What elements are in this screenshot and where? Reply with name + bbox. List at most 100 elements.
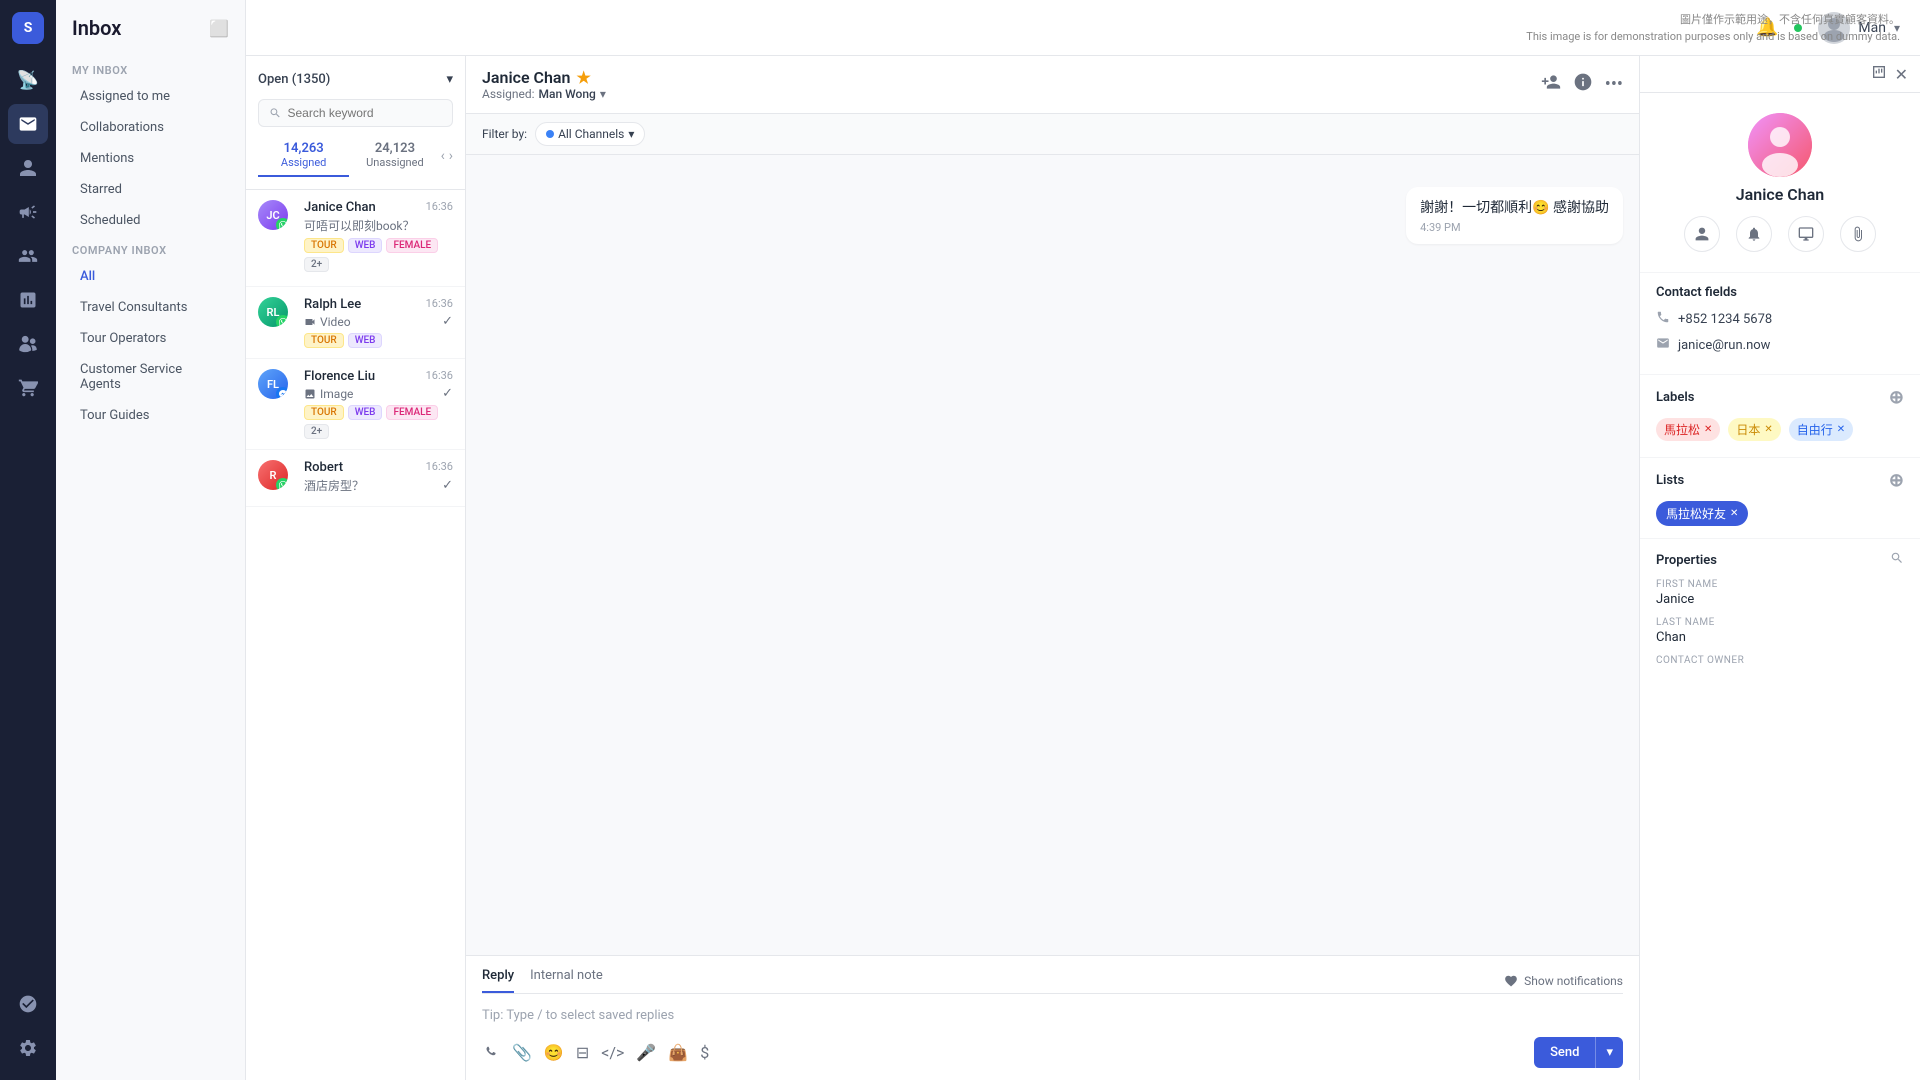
- reply-toolbar: 📎 😊 ⊟ </> 🎤 👜 $ Send ▾: [482, 1037, 1623, 1068]
- info-icon[interactable]: [1573, 72, 1593, 97]
- conv-tags: TOUR WEB FEMALE 2+: [304, 238, 453, 272]
- send-button[interactable]: Send ▾: [1534, 1037, 1623, 1068]
- team-nav-icon[interactable]: [8, 236, 48, 276]
- code-btn[interactable]: </>: [601, 1043, 624, 1062]
- show-notifications-button[interactable]: Show notifications: [1504, 968, 1623, 993]
- my-inbox-label: MY INBOX: [56, 56, 245, 81]
- contact-attachment-icon[interactable]: [1840, 216, 1876, 252]
- conversation-list: JC Janice Chan 16:36: [246, 190, 465, 1080]
- message-text: 謝謝！一切都順利😊 感謝協助: [1420, 197, 1609, 217]
- broadcast-nav-icon[interactable]: 📡: [8, 60, 48, 100]
- assigned-tab[interactable]: 14,263 Assigned: [258, 135, 349, 177]
- sidebar-item-tour-operators[interactable]: Tour Operators: [64, 323, 237, 354]
- add-label-icon[interactable]: ⊕: [1889, 387, 1904, 408]
- chat-filter-bar: Filter by: All Channels ▾: [466, 114, 1639, 155]
- search-properties-icon[interactable]: [1890, 551, 1904, 569]
- unassigned-tab[interactable]: 24,123 Unassigned: [349, 135, 440, 177]
- sidebar-item-all[interactable]: All: [64, 261, 237, 292]
- settings-nav-icon[interactable]: [8, 1028, 48, 1068]
- template-btn[interactable]: ⊟: [576, 1043, 589, 1062]
- emoji-whatsapp-btn[interactable]: [482, 1042, 500, 1064]
- send-dropdown-arrow[interactable]: ▾: [1596, 1037, 1623, 1068]
- emoji-btn[interactable]: 😊: [544, 1043, 564, 1062]
- label-tag[interactable]: 馬拉松 ✕: [1656, 418, 1720, 441]
- contacts-nav-icon[interactable]: [8, 148, 48, 188]
- dollar-btn[interactable]: $: [700, 1043, 709, 1062]
- compose-icon[interactable]: ⬜: [209, 19, 229, 38]
- panels: Open (1350) ▾ 14,263 Assigned: [246, 56, 1920, 1080]
- channel-dot: [546, 130, 554, 138]
- sidebar-item-starred[interactable]: Starred: [64, 174, 237, 205]
- label-tag[interactable]: 自由行 ✕: [1789, 418, 1853, 441]
- add-contact-icon[interactable]: [1541, 72, 1561, 97]
- labels-section: Labels ⊕ 馬拉松 ✕ 日本 ✕ 自由行: [1640, 374, 1920, 457]
- conv-filter-dropdown[interactable]: Open (1350) ▾: [258, 68, 453, 91]
- reports-nav-icon[interactable]: [8, 280, 48, 320]
- contact-panel: ✕ Janice Chan: [1640, 56, 1920, 1080]
- remove-label-icon[interactable]: ✕: [1764, 424, 1772, 435]
- list-item[interactable]: RL Ralph Lee 16:36: [246, 287, 465, 359]
- contact-monitor-icon[interactable]: [1788, 216, 1824, 252]
- sidebar-item-scheduled[interactable]: Scheduled: [64, 205, 237, 236]
- first-name-value: Janice: [1656, 592, 1904, 607]
- contact-avatar: [1748, 113, 1812, 177]
- reply-tab[interactable]: Reply: [482, 968, 514, 993]
- last-name-label: LAST NAME: [1656, 617, 1904, 628]
- chat-reply-area: Reply Internal note Show notifications T…: [466, 955, 1639, 1080]
- sidebar-item-tour-guides[interactable]: Tour Guides: [64, 400, 237, 431]
- sidebar-item-mentions[interactable]: Mentions: [64, 143, 237, 174]
- icon-bar: S 📡: [0, 0, 56, 1080]
- contact-owner-label: CONTACT OWNER: [1656, 655, 1904, 666]
- close-icon[interactable]: ✕: [1895, 65, 1908, 84]
- message-bubble: 謝謝！一切都順利😊 感謝協助 4:39 PM: [1406, 187, 1623, 244]
- assigned-chevron: ▾: [600, 87, 606, 101]
- phone-icon: [1656, 310, 1670, 328]
- campaigns-nav-icon[interactable]: [8, 192, 48, 232]
- inbox-nav-icon[interactable]: [8, 104, 48, 144]
- app-logo[interactable]: S: [12, 12, 44, 44]
- list-item[interactable]: R Robert 16:36: [246, 450, 465, 507]
- whatsapp-badge: [276, 315, 288, 327]
- chat-messages: 謝謝！一切都順利😊 感謝協助 4:39 PM: [466, 155, 1639, 955]
- internal-note-tab[interactable]: Internal note: [530, 968, 603, 993]
- expand-icon[interactable]: [1871, 64, 1887, 84]
- audio-btn[interactable]: 🎤: [636, 1043, 656, 1062]
- contact-name: Janice Chan: [1736, 185, 1824, 204]
- remove-list-icon[interactable]: ✕: [1730, 508, 1738, 519]
- list-tag[interactable]: 馬拉松好友 ✕: [1656, 501, 1748, 526]
- attachment-btn[interactable]: 📎: [512, 1043, 532, 1062]
- remove-label-icon[interactable]: ✕: [1704, 424, 1712, 435]
- sidebar-item-assigned-to-me[interactable]: Assigned to me: [64, 81, 237, 112]
- more-options-icon[interactable]: •••: [1605, 74, 1623, 95]
- next-arrow[interactable]: ›: [449, 148, 453, 164]
- conversation-list-panel: Open (1350) ▾ 14,263 Assigned: [246, 56, 466, 1080]
- search-icon: [269, 106, 282, 120]
- agents-management-icon[interactable]: [8, 984, 48, 1024]
- chat-panel: Janice Chan ★ Assigned: Man Wong ▾: [466, 56, 1640, 1080]
- contact-person-icon[interactable]: [1684, 216, 1720, 252]
- inbox-title: Inbox: [72, 16, 121, 40]
- conv-search-bar[interactable]: [258, 99, 453, 127]
- sidebar-item-collaborations[interactable]: Collaborations: [64, 112, 237, 143]
- contact-bell-icon[interactable]: [1736, 216, 1772, 252]
- integrations-nav-icon[interactable]: [8, 324, 48, 364]
- last-name-value: Chan: [1656, 630, 1904, 645]
- bag-btn[interactable]: 👜: [668, 1043, 688, 1062]
- remove-label-icon[interactable]: ✕: [1837, 424, 1845, 435]
- label-tag[interactable]: 日本 ✕: [1728, 418, 1780, 441]
- watermark: 圖片僅作示範用途，不含任何真實顧客資料。 This image is for d…: [1526, 12, 1900, 45]
- channel-filter-button[interactable]: All Channels ▾: [535, 122, 645, 146]
- search-input[interactable]: [288, 106, 443, 120]
- whatsapp-badge: [276, 478, 288, 490]
- sidebar-item-customer-service[interactable]: Customer Service Agents: [64, 354, 237, 400]
- lists-section: Lists ⊕ 馬拉松好友 ✕: [1640, 457, 1920, 538]
- company-inbox-label: COMPANY INBOX: [56, 236, 245, 261]
- orders-nav-icon[interactable]: [8, 368, 48, 408]
- list-item[interactable]: JC Janice Chan 16:36: [246, 190, 465, 287]
- prev-arrow[interactable]: ‹: [441, 148, 445, 164]
- sidebar-item-travel-consultants[interactable]: Travel Consultants: [64, 292, 237, 323]
- ralph-avatar: RL: [258, 297, 288, 327]
- conv-filter-chevron: ▾: [446, 72, 453, 87]
- list-item[interactable]: FL Florence Liu 16:36: [246, 359, 465, 450]
- add-list-icon[interactable]: ⊕: [1889, 470, 1904, 491]
